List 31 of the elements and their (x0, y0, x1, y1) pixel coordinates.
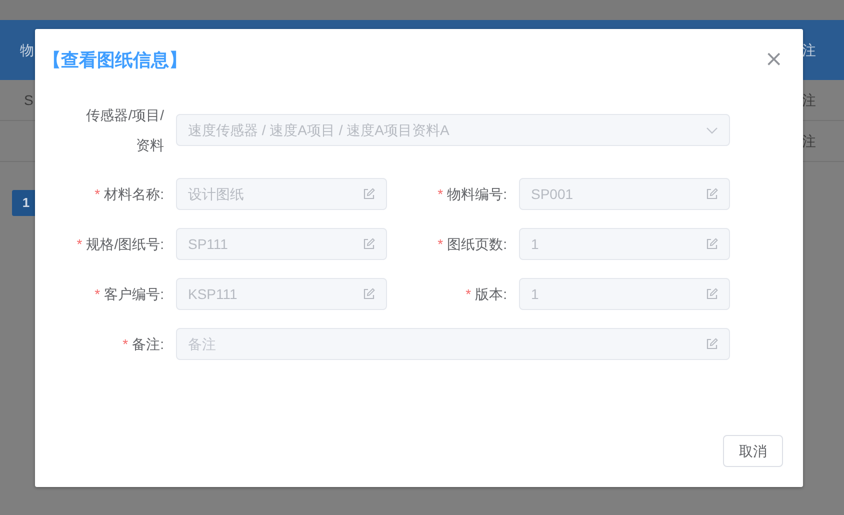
field-label: 物料编号: (447, 184, 507, 204)
field-label: 材料名称: (104, 184, 164, 204)
required-mark: * (438, 184, 444, 204)
field-label: 客户编号: (104, 284, 164, 304)
edit-icon (363, 288, 375, 300)
field-label: 版本: (475, 284, 507, 304)
cancel-button[interactable]: 取消 (723, 435, 783, 467)
field-label: 传感器/项目/资料 (85, 106, 164, 155)
dialog-title: 【查看图纸信息】 (43, 49, 187, 72)
required-mark: * (76, 234, 82, 254)
edit-icon (706, 338, 718, 350)
required-mark: * (438, 234, 444, 254)
column-header: 注 (802, 40, 816, 60)
close-button[interactable]: × (764, 49, 783, 71)
edit-icon (706, 188, 718, 200)
edit-icon (706, 288, 718, 300)
table-cell-text: S (24, 90, 34, 110)
required-mark: * (466, 284, 472, 304)
table-cell-text: 注 (802, 90, 816, 110)
table-cell-text: 注 (802, 132, 816, 150)
edit-icon (363, 238, 375, 250)
edit-icon (363, 188, 375, 200)
field-label: 规格/图纸号: (86, 234, 164, 254)
chevron-down-icon (706, 126, 718, 134)
required-mark: * (94, 284, 100, 304)
required-mark: * (122, 334, 128, 354)
field-label: 备注: (132, 334, 164, 354)
field-label: 图纸页数: (447, 234, 507, 254)
column-header: 物 (20, 40, 34, 60)
edit-icon (706, 238, 718, 250)
required-mark: * (94, 184, 100, 204)
